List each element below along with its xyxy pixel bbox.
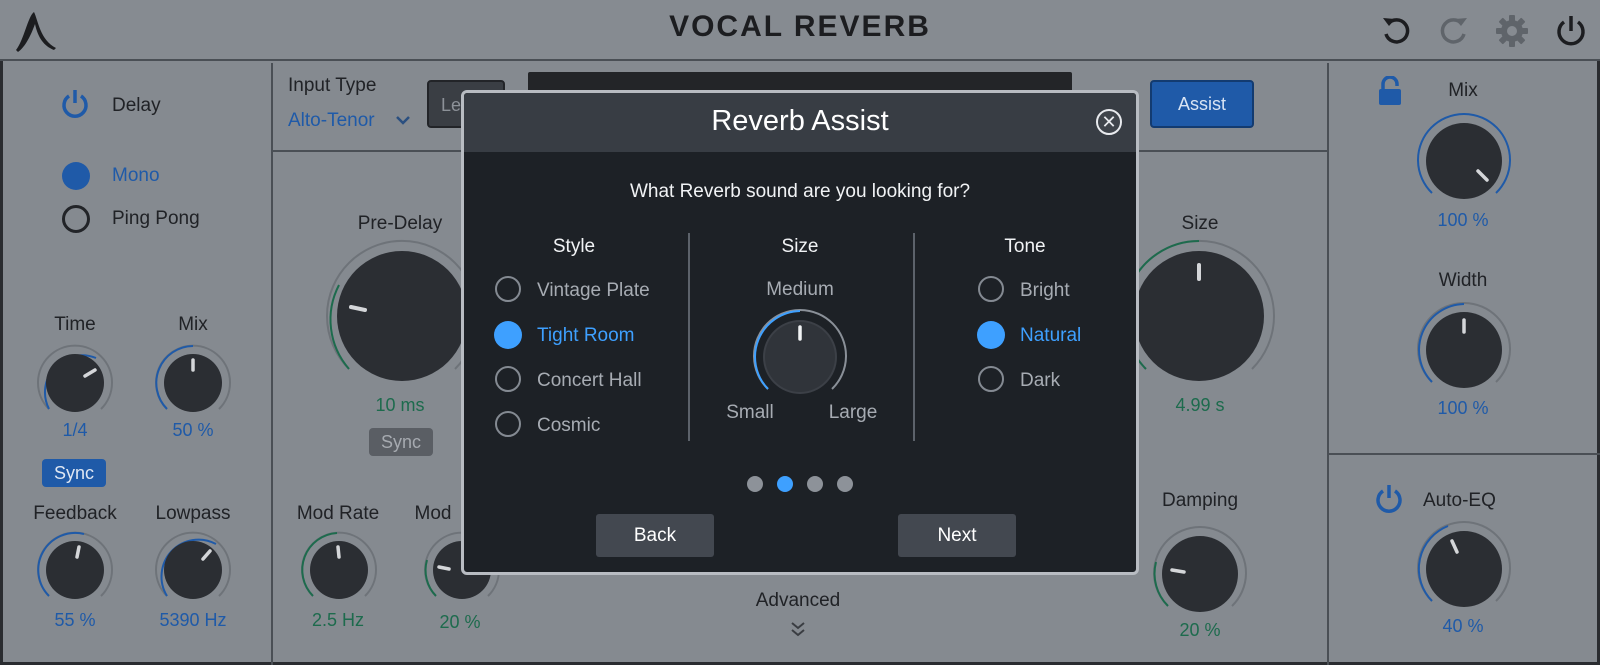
lock-icon[interactable] bbox=[1377, 76, 1403, 106]
style-option-cosmic[interactable]: Cosmic bbox=[537, 415, 600, 437]
mod-rate-label: Mod Rate bbox=[296, 503, 380, 524]
assist-size-knob[interactable] bbox=[753, 309, 847, 403]
input-type-label: Input Type bbox=[288, 75, 377, 96]
next-button[interactable]: Next bbox=[898, 514, 1016, 557]
reverb-assist-dialog: Reverb Assist ✕ What Reverb sound are yo… bbox=[461, 90, 1139, 575]
lowpass-value: 5390 Hz bbox=[159, 610, 227, 630]
mod-depth-label: Mod bbox=[414, 503, 452, 524]
mod-depth-value: 20 % bbox=[439, 612, 481, 632]
app-title: VOCAL REVERB bbox=[669, 10, 931, 43]
input-type-select[interactable]: Alto-Tenor bbox=[288, 110, 375, 132]
damping-value: 20 % bbox=[1179, 620, 1221, 640]
page-dot-4[interactable] bbox=[837, 476, 853, 492]
auto-eq-label: Auto-EQ bbox=[1423, 490, 1496, 511]
delay-sync-button[interactable]: Sync bbox=[42, 459, 106, 487]
power-icon[interactable] bbox=[1554, 13, 1588, 49]
style-option-tight-room[interactable]: Tight Room bbox=[537, 325, 635, 347]
size-knob[interactable] bbox=[1123, 240, 1275, 391]
tone-option-bright[interactable]: Bright bbox=[1020, 280, 1070, 302]
tone-option-dark[interactable]: Dark bbox=[1020, 370, 1060, 392]
delay-power-icon[interactable] bbox=[60, 88, 90, 120]
size-max-label: Large bbox=[828, 402, 878, 423]
time-label: Time bbox=[54, 314, 96, 335]
output-mix-value: 100 % bbox=[1437, 210, 1489, 230]
pre-delay-label: Pre-Delay bbox=[357, 213, 443, 234]
column-divider bbox=[913, 233, 915, 441]
delay-label: Delay bbox=[112, 95, 161, 116]
tone-radio-dark[interactable] bbox=[978, 366, 1004, 392]
mono-radio[interactable] bbox=[62, 162, 90, 190]
feedback-value: 55 % bbox=[54, 610, 96, 630]
time-value: 1/4 bbox=[62, 420, 88, 440]
feedback-label: Feedback bbox=[33, 503, 117, 524]
left-panel-divider bbox=[271, 63, 273, 665]
page-dot-3[interactable] bbox=[807, 476, 823, 492]
delay-mix-value: 50 % bbox=[172, 420, 214, 440]
feedback-knob[interactable] bbox=[37, 531, 113, 607]
redo-icon[interactable] bbox=[1436, 14, 1470, 48]
size-value-label: Medium bbox=[766, 279, 834, 300]
delay-mix-knob[interactable] bbox=[155, 344, 231, 420]
tone-radio-bright[interactable] bbox=[978, 276, 1004, 302]
back-button[interactable]: Back bbox=[596, 514, 714, 557]
gear-icon[interactable] bbox=[1494, 13, 1530, 49]
size-label: Size bbox=[1181, 213, 1219, 234]
auto-eq-knob[interactable] bbox=[1417, 521, 1511, 615]
auto-eq-value: 40 % bbox=[1442, 616, 1484, 636]
mix-label: Mix bbox=[178, 314, 208, 335]
dialog-title: Reverb Assist bbox=[711, 105, 889, 137]
double-chevron-down-icon[interactable] bbox=[789, 620, 807, 638]
pre-delay-value: 10 ms bbox=[375, 395, 425, 415]
width-value: 100 % bbox=[1437, 398, 1489, 418]
column-divider bbox=[688, 233, 690, 441]
style-heading: Style bbox=[552, 236, 596, 257]
assist-button[interactable]: Assist bbox=[1150, 80, 1254, 128]
tone-radio-natural[interactable] bbox=[977, 321, 1005, 349]
output-mix-knob[interactable] bbox=[1417, 113, 1511, 207]
pre-delay-sync-button[interactable]: Sync bbox=[369, 428, 433, 456]
mod-rate-knob[interactable] bbox=[301, 531, 377, 607]
undo-icon[interactable] bbox=[1380, 14, 1414, 48]
lowpass-label: Lowpass bbox=[155, 503, 231, 524]
width-label: Width bbox=[1438, 270, 1488, 291]
header-bar: VOCAL REVERB bbox=[0, 0, 1600, 61]
page-dot-2[interactable] bbox=[777, 476, 793, 492]
input-meter-bar bbox=[528, 72, 1072, 92]
pre-delay-knob[interactable] bbox=[326, 240, 478, 391]
width-knob[interactable] bbox=[1417, 302, 1511, 396]
dialog-question: What Reverb sound are you looking for? bbox=[629, 181, 971, 202]
chevron-down-icon[interactable] bbox=[395, 114, 411, 126]
lowpass-knob[interactable] bbox=[155, 531, 231, 607]
style-radio-cosmic[interactable] bbox=[495, 411, 521, 437]
size-min-label: Small bbox=[726, 402, 774, 423]
close-icon[interactable]: ✕ bbox=[1096, 109, 1122, 135]
advanced-label[interactable]: Advanced bbox=[718, 590, 878, 612]
style-option-vintage-plate[interactable]: Vintage Plate bbox=[537, 280, 650, 302]
size-heading: Size bbox=[781, 236, 819, 257]
mono-label[interactable]: Mono bbox=[112, 165, 160, 187]
ping-pong-label[interactable]: Ping Pong bbox=[112, 208, 200, 230]
right-panel-divider bbox=[1327, 63, 1329, 665]
right-panel-hdivider bbox=[1327, 453, 1600, 455]
tone-option-natural[interactable]: Natural bbox=[1020, 325, 1081, 347]
style-radio-vintage-plate[interactable] bbox=[495, 276, 521, 302]
page-dot-1[interactable] bbox=[747, 476, 763, 492]
tone-heading: Tone bbox=[1004, 236, 1046, 257]
damping-knob[interactable] bbox=[1153, 526, 1247, 620]
damping-label: Damping bbox=[1161, 490, 1239, 511]
time-knob[interactable] bbox=[37, 344, 113, 420]
style-radio-tight-room[interactable] bbox=[494, 321, 522, 349]
size-value: 4.99 s bbox=[1175, 395, 1225, 415]
auto-eq-power-icon[interactable] bbox=[1374, 483, 1404, 515]
style-option-concert-hall[interactable]: Concert Hall bbox=[537, 370, 642, 392]
dialog-header: Reverb Assist ✕ bbox=[464, 93, 1136, 152]
style-radio-concert-hall[interactable] bbox=[495, 366, 521, 392]
output-mix-label: Mix bbox=[1448, 80, 1478, 101]
ping-pong-radio[interactable] bbox=[62, 205, 90, 233]
mod-rate-value: 2.5 Hz bbox=[311, 610, 365, 630]
